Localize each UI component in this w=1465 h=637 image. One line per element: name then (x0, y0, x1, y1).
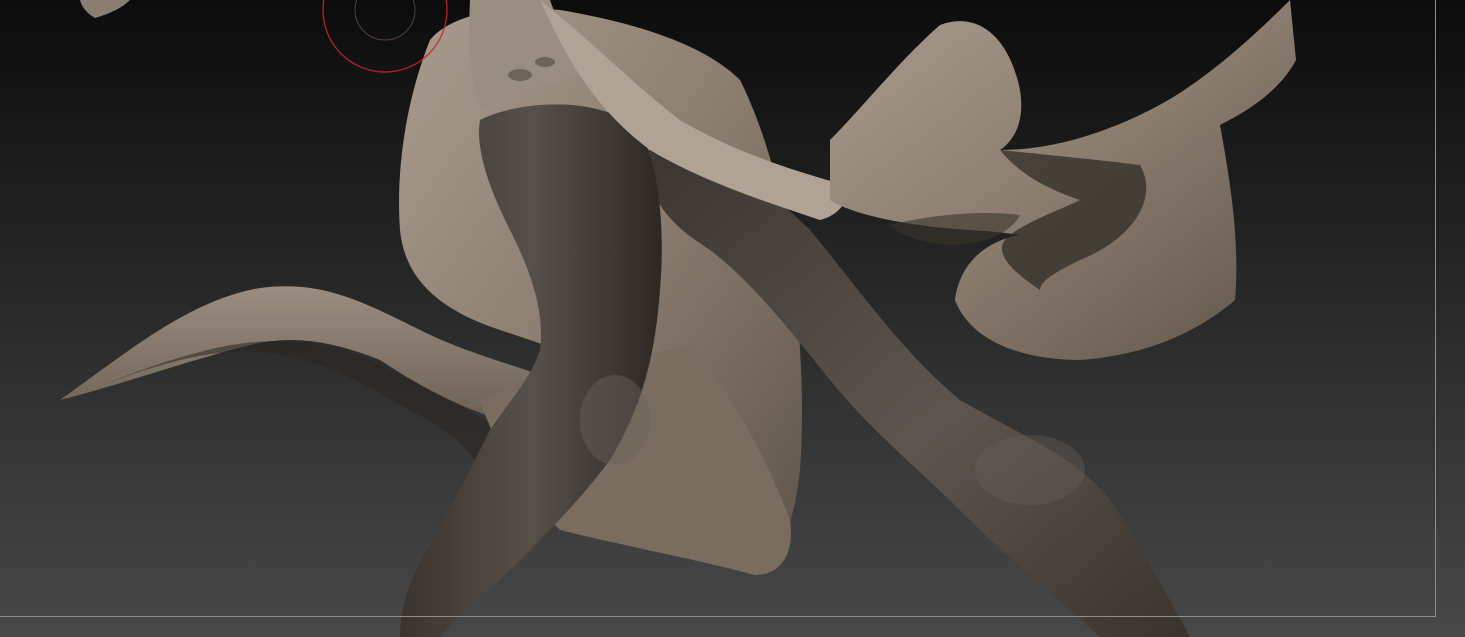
knee-highlight (580, 375, 650, 465)
document-frame-right (1435, 0, 1436, 617)
calf-highlight (975, 435, 1085, 505)
document-frame-bottom (0, 616, 1436, 617)
button-detail-2 (535, 57, 555, 67)
zbrush-canvas-viewport[interactable] (0, 0, 1465, 637)
button-detail (508, 69, 532, 81)
sculpt-scene[interactable] (0, 0, 1465, 637)
